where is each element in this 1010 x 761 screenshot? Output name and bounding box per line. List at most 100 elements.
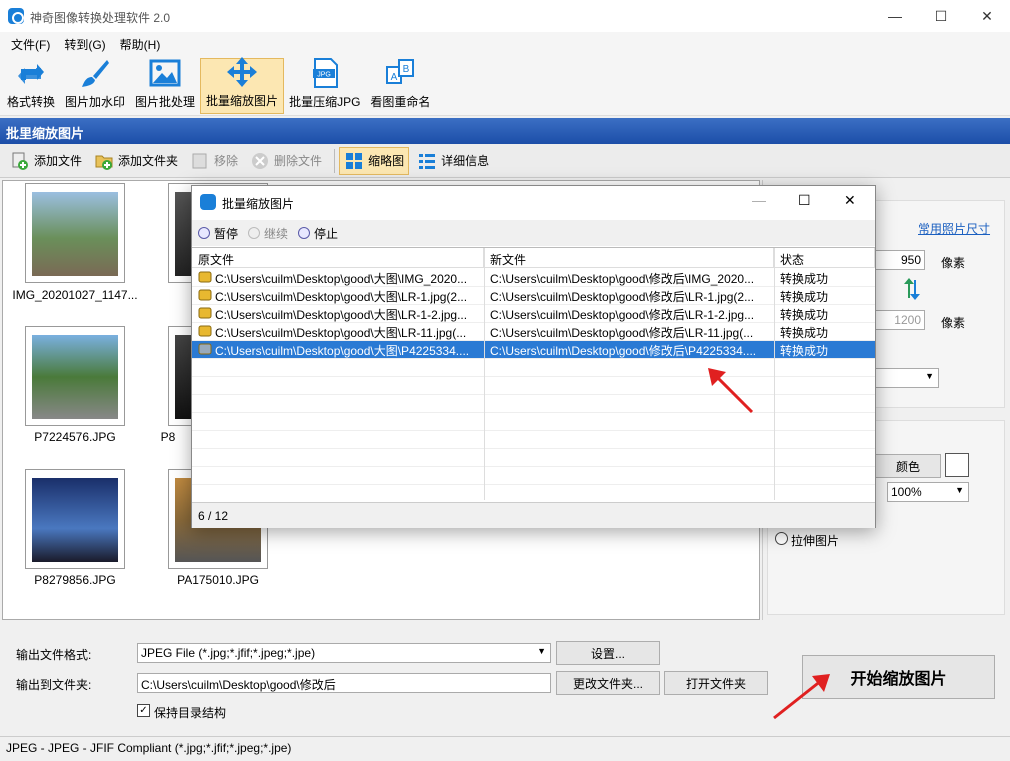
file-icon (198, 288, 214, 304)
tool-batch-resize[interactable]: 批量缩放图片 (200, 56, 285, 114)
dialog-minimize-button[interactable]: — (752, 192, 766, 208)
stop-button[interactable]: 停止 (298, 225, 338, 242)
resume-icon (248, 227, 261, 239)
target-path: C:\Users\cuilm\Desktop\good\修改后\LR-11.jp… (490, 326, 754, 340)
output-format-label: 输出文件格式: (16, 648, 92, 662)
tool-watermark[interactable]: 图片加水印 (60, 58, 130, 114)
move-arrows-icon (226, 56, 258, 88)
maximize-button[interactable]: ☐ (918, 0, 964, 32)
toolbar-separator (334, 148, 336, 173)
output-settings: 输出文件格式: JPEG File (*.jpg;*.jfif;*.jpeg;*… (0, 622, 1010, 734)
output-folder-label: 输出到文件夹: (16, 678, 92, 692)
thumbnail-image (32, 335, 118, 419)
close-button[interactable]: ✕ (964, 0, 1010, 32)
brush-icon (79, 57, 111, 89)
thumbnail-label: P8 (160, 430, 176, 444)
menu-help[interactable]: 帮助(H) (113, 36, 168, 53)
table-row[interactable]: C:\Users\cuilm\Desktop\good\大图\IMG_2020.… (192, 269, 875, 287)
color-swatch[interactable] (945, 453, 969, 477)
source-path: C:\Users\cuilm\Desktop\good\大图\LR-1.jpg(… (215, 290, 468, 304)
table-row[interactable] (192, 359, 875, 377)
details-view-button[interactable]: 详细信息 (413, 147, 493, 175)
keep-structure-label: 保持目录结构 (154, 706, 227, 720)
col-divider (484, 248, 485, 500)
table-row[interactable] (192, 467, 875, 485)
preset-size-link[interactable]: 常用照片尺寸 (918, 220, 990, 237)
batch-resize-dialog: 批量缩放图片 — ☐ ✕ 暂停 继续 停止 原文件 新文件 状态 C:\User… (191, 185, 876, 528)
keep-structure-checkbox[interactable]: ✓ (137, 704, 150, 717)
table-row[interactable] (192, 413, 875, 431)
col-header-target[interactable]: 新文件 (484, 248, 774, 268)
table-row[interactable] (192, 449, 875, 467)
tool-rename[interactable]: AB 看图重命名 (365, 58, 435, 114)
width-input[interactable]: 950 (875, 250, 925, 270)
source-path: C:\Users\cuilm\Desktop\good\大图\IMG_2020.… (215, 272, 468, 286)
stretch-radio[interactable] (775, 532, 788, 545)
refresh-icon (15, 57, 47, 89)
thumbnail-item[interactable] (25, 469, 125, 569)
thumbnail-image (32, 478, 118, 562)
sub-toolbar: 添加文件 添加文件夹 移除 删除文件 缩略图 详细信息 (0, 144, 1010, 178)
menu-file[interactable]: 文件(F) (4, 36, 57, 53)
add-folder-button[interactable]: 添加文件夹 (90, 147, 182, 175)
resample-select[interactable]: ▼ (875, 368, 939, 388)
file-icon (198, 306, 214, 322)
dialog-close-button[interactable]: ✕ (844, 192, 856, 209)
opacity-select[interactable]: 100% ▼ (887, 482, 969, 502)
output-format-select[interactable]: JPEG File (*.jpg;*.jfif;*.jpeg;*.jpe) ▼ (137, 643, 551, 663)
dialog-title-bar: 批量缩放图片 — ☐ ✕ (192, 186, 875, 218)
add-folder-icon (94, 151, 114, 171)
delete-icon (250, 151, 270, 171)
width-unit: 像素 (941, 256, 966, 270)
height-unit: 像素 (941, 316, 966, 330)
dialog-maximize-button[interactable]: ☐ (798, 192, 811, 209)
col-header-status[interactable]: 状态 (774, 248, 875, 268)
output-folder-input[interactable]: C:\Users\cuilm\Desktop\good\修改后 (137, 673, 551, 693)
change-folder-button[interactable]: 更改文件夹... (556, 671, 660, 695)
table-row[interactable]: C:\Users\cuilm\Desktop\good\大图\LR-1-2.jp… (192, 305, 875, 323)
table-row[interactable]: C:\Users\cuilm\Desktop\good\大图\LR-11.jpg… (192, 323, 875, 341)
main-toolbar: 格式转换 图片加水印 图片批处理 批量缩放图片 JPG 批量压缩JPG AB 看… (0, 56, 1010, 116)
source-path: C:\Users\cuilm\Desktop\good\大图\LR-1-2.jp… (215, 308, 468, 322)
table-row[interactable] (192, 395, 875, 413)
height-input[interactable]: 1200 (875, 310, 925, 330)
tool-batch-process[interactable]: 图片批处理 (130, 58, 200, 114)
table-row[interactable] (192, 431, 875, 449)
minimize-button[interactable]: — (872, 0, 918, 32)
table-row[interactable]: C:\Users\cuilm\Desktop\good\大图\LR-1.jpg(… (192, 287, 875, 305)
status-text: 转换成功 (780, 344, 829, 358)
color-button[interactable]: 颜色 (875, 454, 941, 478)
tool-format-convert[interactable]: 格式转换 (2, 58, 60, 114)
dialog-app-icon (200, 194, 216, 210)
col-header-source[interactable]: 原文件 (192, 248, 484, 268)
resume-button[interactable]: 继续 (248, 225, 288, 242)
target-path: C:\Users\cuilm\Desktop\good\修改后\P4225334… (490, 344, 757, 358)
table-row[interactable]: C:\Users\cuilm\Desktop\good\大图\P4225334.… (192, 341, 875, 359)
thumbnail-view-button[interactable]: 缩略图 (339, 146, 410, 175)
dialog-toolbar: 暂停 继续 停止 (192, 220, 875, 246)
jpg-file-icon: JPG (309, 57, 341, 89)
thumbnail-item[interactable] (25, 183, 125, 283)
tool-compress-jpg[interactable]: JPG 批量压缩JPG (284, 58, 365, 114)
swap-icon[interactable] (903, 278, 921, 303)
remove-button[interactable]: 移除 (186, 147, 242, 175)
format-settings-button[interactable]: 设置... (556, 641, 660, 665)
add-file-button[interactable]: 添加文件 (6, 147, 86, 175)
source-path: C:\Users\cuilm\Desktop\good\大图\LR-11.jpg… (215, 326, 467, 340)
picture-icon (149, 57, 181, 89)
remove-icon (190, 151, 210, 171)
target-path: C:\Users\cuilm\Desktop\good\修改后\IMG_2020… (490, 272, 755, 286)
annotation-arrow-icon (708, 368, 754, 414)
svg-text:A: A (391, 72, 398, 83)
thumbnail-item[interactable] (25, 326, 125, 426)
dialog-status-bar: 6 / 12 (192, 502, 875, 528)
open-folder-button[interactable]: 打开文件夹 (664, 671, 768, 695)
status-bar: JPEG - JPEG - JFIF Compliant (*.jpg;*.jf… (0, 736, 1010, 761)
delete-file-button[interactable]: 删除文件 (246, 147, 326, 175)
table-row[interactable] (192, 377, 875, 395)
pause-button[interactable]: 暂停 (198, 225, 238, 242)
menu-goto[interactable]: 转到(G) (57, 36, 112, 53)
status-text: 转换成功 (780, 308, 829, 322)
thumbnail-label: PA175010.JPG (177, 573, 259, 587)
window-title: 神奇图像转换处理软件 2.0 (30, 11, 171, 25)
